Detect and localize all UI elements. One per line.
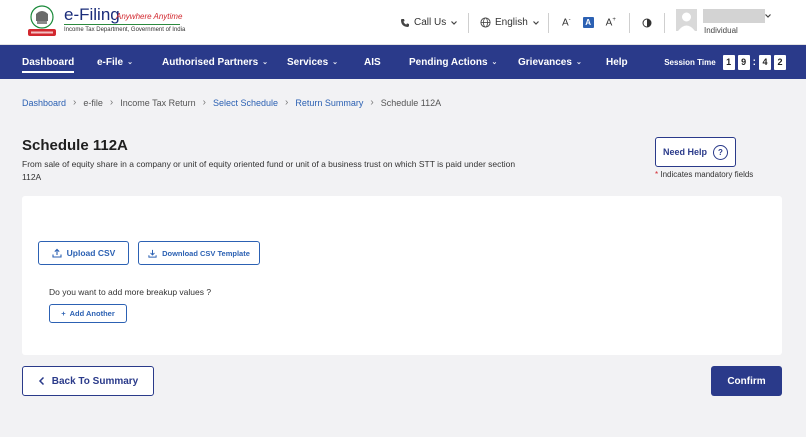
- chevron-down-icon: [532, 20, 539, 25]
- logo-title: e-Filing: [64, 5, 120, 24]
- breadcrumb-current: Schedule 112A: [380, 97, 442, 108]
- breadcrumb-income-tax-return: Income Tax Return: [120, 97, 196, 108]
- efiling-logo[interactable]: e-Filing Anywhere Anytime Income Tax Dep…: [24, 4, 186, 40]
- logo-subtitle: Income Tax Department, Government of Ind…: [64, 27, 186, 33]
- nav-label: Grievances: [518, 56, 572, 68]
- chevron-down-icon: ⌄: [332, 59, 339, 66]
- plus-icon: +: [61, 309, 66, 318]
- avatar: [676, 9, 697, 31]
- font-decrease-button[interactable]: A-: [562, 17, 571, 28]
- font-size-controls: A- A A+: [562, 0, 616, 45]
- language-label: English: [495, 17, 528, 28]
- chevron-down-icon: ⌄: [262, 59, 269, 66]
- user-menu[interactable]: Individual: [676, 9, 786, 37]
- download-csv-template-button[interactable]: Download CSV Template: [138, 241, 260, 265]
- nav-help[interactable]: Help: [606, 45, 628, 79]
- emblem-icon: [28, 5, 56, 36]
- language-selector[interactable]: English: [480, 0, 540, 45]
- nav-pending-actions[interactable]: Pending Actions ⌄: [409, 45, 497, 79]
- divider: [629, 13, 630, 33]
- schedule-card: Upload CSV Download CSV Template Do you …: [22, 196, 782, 355]
- mandatory-note: * Indicates mandatory fields: [655, 170, 753, 179]
- font-decrease-label: A: [562, 17, 569, 29]
- nav-ais[interactable]: AIS: [364, 45, 381, 79]
- call-us-menu[interactable]: Call Us: [400, 0, 458, 45]
- nav-label: Services: [287, 56, 329, 68]
- download-icon: [148, 249, 157, 258]
- logo-divider: [64, 24, 180, 25]
- confirm-button[interactable]: Confirm: [711, 366, 782, 396]
- nav-label: e-File: [97, 56, 124, 68]
- chevron-right-icon: ›: [73, 97, 77, 108]
- chevron-right-icon: ›: [202, 97, 206, 108]
- confirm-label: Confirm: [727, 375, 766, 387]
- upload-icon: [52, 248, 62, 258]
- username-redacted: [703, 9, 765, 23]
- font-increase-button[interactable]: A+: [606, 17, 616, 28]
- divider: [548, 13, 549, 33]
- breadcrumb-dashboard[interactable]: Dashboard: [22, 98, 66, 108]
- mandatory-text: Indicates mandatory fields: [660, 170, 754, 179]
- breadcrumb-efile: e-file: [83, 97, 103, 108]
- add-another-button[interactable]: + Add Another: [49, 304, 127, 323]
- nav-label: AIS: [364, 56, 381, 68]
- add-another-label: Add Another: [69, 309, 115, 318]
- nav-authorised-partners[interactable]: Authorised Partners ⌄: [162, 45, 268, 79]
- main-nav: Dashboard e-File ⌄ Authorised Partners ⌄ S…: [0, 45, 806, 79]
- need-help-button[interactable]: Need Help ?: [655, 137, 736, 167]
- globe-icon: [480, 17, 491, 28]
- breadcrumb: Dashboard › e-file › Income Tax Return ›…: [22, 97, 441, 108]
- font-normal-button[interactable]: A: [582, 17, 594, 28]
- phone-icon: [401, 18, 409, 27]
- nav-label: Help: [606, 56, 628, 68]
- download-template-label: Download CSV Template: [162, 248, 250, 258]
- chevron-down-icon: ⌄: [127, 59, 133, 66]
- contrast-toggle[interactable]: [642, 0, 652, 45]
- chevron-down-icon: ⌄: [575, 59, 582, 66]
- nav-label: Authorised Partners: [162, 56, 259, 68]
- chevron-down-icon: ⌄: [491, 59, 498, 66]
- contrast-icon: [642, 18, 652, 27]
- session-digit: 4: [759, 54, 771, 70]
- user-role: Individual: [704, 26, 738, 35]
- page-title: Schedule 112A: [22, 137, 128, 154]
- call-us-label: Call Us: [414, 17, 447, 28]
- need-help-label: Need Help: [662, 147, 707, 157]
- upload-csv-button[interactable]: Upload CSV: [38, 241, 129, 265]
- chevron-down-icon: [765, 14, 771, 18]
- session-digit: 2: [774, 54, 786, 70]
- breakup-question: Do you want to add more breakup values ?: [49, 287, 212, 297]
- nav-grievances[interactable]: Grievances ⌄: [518, 45, 582, 79]
- nav-label: Pending Actions: [409, 56, 488, 68]
- nav-dashboard[interactable]: Dashboard: [22, 45, 75, 79]
- help-icon: ?: [713, 144, 728, 160]
- logo-tagline: Anywhere Anytime: [116, 12, 183, 21]
- chevron-left-icon: [38, 376, 44, 386]
- top-bar: e-Filing Anywhere Anytime Income Tax Dep…: [0, 0, 806, 45]
- upload-csv-label: Upload CSV: [66, 248, 116, 258]
- nav-services[interactable]: Services ⌄: [287, 45, 338, 79]
- divider: [468, 13, 469, 33]
- nav-efile[interactable]: e-File ⌄: [97, 45, 133, 79]
- required-star: *: [655, 170, 659, 179]
- divider: [664, 13, 665, 33]
- session-digit: 1: [722, 54, 735, 70]
- session-timer: Session Time 1 9 : 4 2: [664, 45, 786, 79]
- chevron-right-icon: ›: [285, 97, 289, 108]
- chevron-right-icon: ›: [109, 97, 114, 108]
- session-label: Session Time: [664, 57, 716, 67]
- page-description: From sale of equity share in a company o…: [22, 159, 516, 182]
- breadcrumb-return-summary[interactable]: Return Summary: [295, 98, 363, 108]
- chevron-down-icon: [451, 20, 458, 25]
- breadcrumb-select-schedule[interactable]: Select Schedule: [213, 98, 278, 108]
- nav-label: Dashboard: [22, 56, 75, 68]
- session-digit: 9: [737, 54, 750, 70]
- chevron-right-icon: ›: [370, 97, 374, 108]
- session-colon: :: [752, 56, 756, 68]
- back-to-summary-button[interactable]: Back To Summary: [22, 366, 154, 396]
- back-label: Back To Summary: [51, 375, 139, 387]
